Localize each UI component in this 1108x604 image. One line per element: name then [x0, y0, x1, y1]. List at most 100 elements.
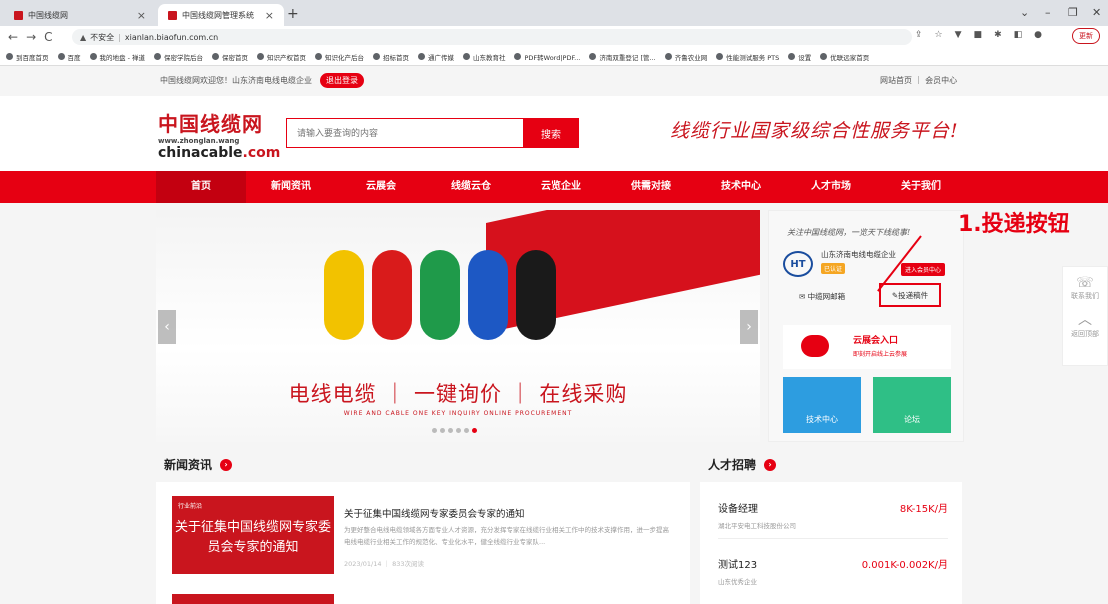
tab-title: 中国线缆网 [28, 10, 68, 20]
news-thumbnail-2[interactable] [172, 594, 334, 604]
site-logo[interactable]: 中国线缆网 www.zhonglan.wang chinacable.com [158, 108, 280, 161]
news-title[interactable]: 关于征集中国线缆网专家委员会专家的通知 [344, 506, 525, 520]
search-button[interactable]: 搜索 [523, 118, 579, 148]
bookmark-item[interactable]: 齐鲁农业网 [664, 52, 708, 62]
nav-news[interactable]: 新闻资讯 [246, 171, 336, 203]
reload-icon[interactable]: C [44, 30, 52, 44]
nav-talent[interactable]: 人才市场 [786, 171, 876, 203]
nav-cable-warehouse[interactable]: 线缆云仓 [426, 171, 516, 203]
url-text: xianlan.biaofun.com.cn [124, 32, 219, 42]
nav-enterprises[interactable]: 云览企业 [516, 171, 606, 203]
member-center-button[interactable]: 进入会员中心 [901, 263, 946, 276]
close-icon[interactable]: × [265, 9, 274, 22]
nav-supply-demand[interactable]: 供需对接 [606, 171, 696, 203]
back-icon[interactable]: ← [8, 30, 18, 44]
more-arrow-icon: › [220, 458, 233, 471]
site-favicon-icon [14, 10, 23, 20]
bookmark-label: 知识化产后台 [324, 53, 364, 62]
jobs-heading[interactable]: 人才招聘 › [708, 456, 777, 473]
nav-home[interactable]: 首页 [156, 171, 246, 203]
extension-icon[interactable]: ▼ [955, 30, 962, 40]
news-meta: 2023/01/14 ｜ 833次阅读 [344, 560, 425, 568]
forum-tile[interactable]: 论坛 [873, 377, 951, 433]
job-title: 设备经理 [718, 504, 758, 515]
logo-www: www.zhonglan.wang [158, 137, 240, 145]
job-salary: 8K-15K/月 [899, 504, 948, 515]
bookmark-label: 齐鲁农业网 [674, 53, 708, 62]
bookmark-item[interactable]: PDF转Word|PDF... [514, 52, 580, 62]
welcome-text: 中国线缆网欢迎您！山东济南电线电缆企业 [160, 76, 312, 85]
search-input[interactable] [287, 119, 523, 147]
bookmark-item[interactable]: 知识化产后台 [314, 52, 364, 62]
star-icon[interactable]: ☆ [935, 30, 943, 40]
cloud-expo-entry[interactable]: 云展会入口 即刻开启线上云参展 [783, 325, 951, 369]
expo-subtitle: 即刻开启线上云参展 [853, 351, 908, 358]
cable-image [324, 250, 556, 340]
bookmarks-bar: 到百度首页 百度 我的地盘 - 禅道 保密学院后台 保密首页 知识产权首页 知识化产后台 招标… [0, 48, 1108, 66]
job-list: 设备经理 8K-15K/月 湖北平安电工科技股份公司 测试123 0.001K-… [700, 482, 962, 604]
bookmark-item[interactable]: 我的地盘 - 禅道 [89, 52, 145, 62]
nav-tech-center[interactable]: 技术中心 [696, 171, 786, 203]
back-to-top-button[interactable]: ︿ 返回顶部 [1063, 301, 1107, 339]
new-tab-icon[interactable]: + [287, 6, 299, 22]
bookmark-item[interactable]: 保密学院后台 [153, 52, 203, 62]
nav-cloud-expo[interactable]: 云展会 [336, 171, 426, 203]
bookmark-item[interactable]: 百度 [57, 52, 81, 62]
chevron-down-icon[interactable]: ⌄ [1020, 6, 1029, 19]
bookmark-item[interactable]: 知识产权首页 [256, 52, 306, 62]
nav-about[interactable]: 关于我们 [876, 171, 966, 203]
news-thumbnail-text: 关于征集中国线缆网专家委员会专家的通知 [174, 520, 331, 555]
forward-icon[interactable]: → [26, 30, 36, 44]
news-heading[interactable]: 新闻资讯 › [164, 456, 233, 473]
news-thumbnail[interactable]: 行业前沿 关于征集中国线缆网专家委员会专家的通知 [172, 496, 334, 574]
profile-icon[interactable]: ● [1034, 30, 1042, 40]
close-window-icon[interactable]: ✕ [1092, 6, 1101, 19]
slide-dot[interactable] [448, 428, 453, 433]
top-links[interactable]: 网站首页 ｜ 会员中心 [880, 75, 957, 86]
puzzle-icon[interactable]: ✱ [994, 30, 1002, 40]
follow-text: 关注中国线缆网，一览天下线缆事! [787, 228, 911, 237]
company-name: 山东济南电线电缆企业 [821, 250, 896, 259]
news-description: 为更好整合电线电缆领域各方面专业人才资源，充分发挥专家在线缆行业相关工作中的技术… [344, 526, 669, 546]
bookmark-favicon-icon [372, 53, 380, 60]
site-header: 中国线缆网 www.zhonglan.wang chinacable.com 搜… [0, 96, 1108, 171]
contact-us-button[interactable]: ☏ 联系我们 [1063, 267, 1107, 301]
bookmark-label: 保密首页 [221, 53, 248, 62]
url-field[interactable]: ▲ 不安全 | xianlan.biaofun.com.cn [72, 29, 912, 45]
maximize-icon[interactable]: ❐ [1068, 6, 1078, 19]
mail-icon: ✉ [799, 292, 808, 301]
handshake-icon: ☏ [1076, 275, 1094, 291]
logout-button[interactable]: 退出登录 [320, 73, 364, 88]
banner-carousel[interactable]: ‹ › 电线电缆 ｜ 一键询价 ｜ 在线采购 WIRE AND CABLE ON… [156, 210, 760, 442]
share-icon[interactable]: ⇪ [915, 30, 923, 40]
bookmark-item[interactable]: 通广传媒 [417, 52, 454, 62]
slide-dot-active[interactable] [472, 428, 477, 433]
slide-dot[interactable] [464, 428, 469, 433]
next-slide-button[interactable]: › [740, 310, 758, 344]
bookmark-item[interactable]: 济南双重登记 [管... [589, 52, 656, 62]
bookmark-item[interactable]: 优联远家首页 [820, 52, 869, 62]
minimize-icon[interactable]: – [1045, 6, 1051, 19]
bookmark-item[interactable]: 山东教育社 [462, 52, 505, 62]
prev-slide-button[interactable]: ‹ [158, 310, 176, 344]
tab-admin[interactable]: 中国线缆网管理系统 × [158, 4, 284, 26]
sidebar-icon[interactable]: ◧ [1014, 30, 1023, 40]
tab-chinacable[interactable]: 中国线缆网 × [4, 4, 156, 26]
slide-dot[interactable] [432, 428, 437, 433]
tech-center-tile[interactable]: 技术中心 [783, 377, 861, 433]
update-button[interactable]: 更新 [1072, 28, 1100, 44]
slogan: 线缆行业国家级综合性服务平台! [670, 120, 959, 142]
bookmark-item[interactable]: 性能测试服务 PTS [716, 52, 779, 62]
close-icon[interactable]: × [137, 9, 146, 22]
slide-dot[interactable] [440, 428, 445, 433]
slide-dot[interactable] [456, 428, 461, 433]
bookmark-item[interactable]: 到百度首页 [6, 52, 49, 62]
bookmark-item[interactable]: 招标首页 [372, 52, 409, 62]
extension-icon[interactable]: ■ [974, 30, 983, 40]
submit-manuscript-button[interactable]: ✎ 投递稿件 [879, 283, 941, 307]
bookmark-favicon-icon [89, 53, 97, 60]
bookmark-item[interactable]: 设置 [788, 52, 811, 62]
mailbox-link[interactable]: ✉ 中缆网邮箱 [799, 291, 845, 302]
bookmark-item[interactable]: 保密首页 [211, 52, 248, 62]
bookmark-favicon-icon [589, 53, 597, 60]
